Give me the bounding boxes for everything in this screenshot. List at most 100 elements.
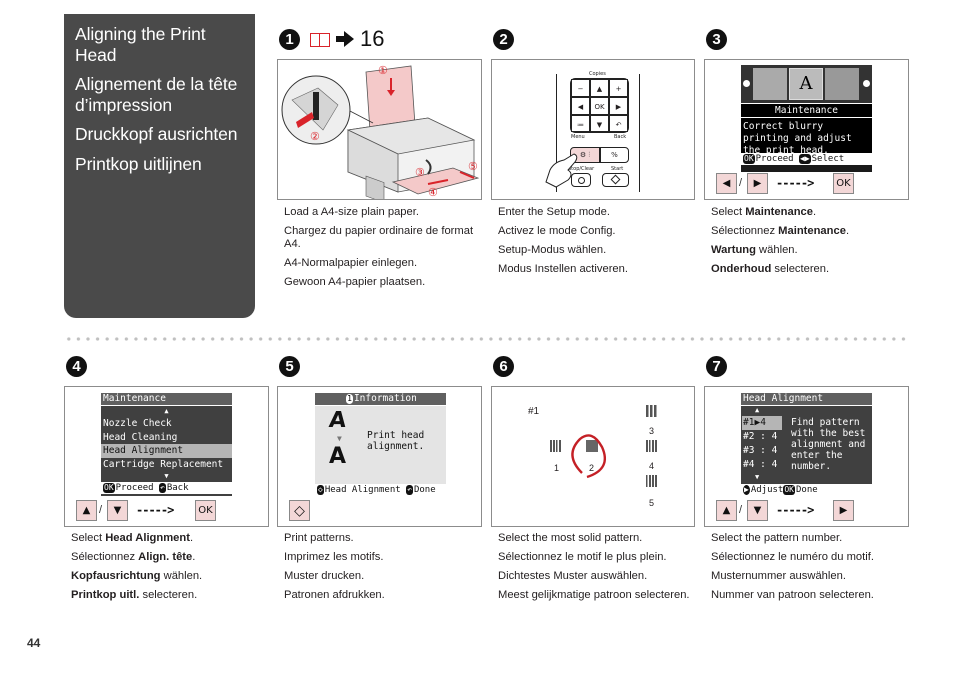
plus-key[interactable]: +: [609, 79, 628, 97]
up-key[interactable]: ▲: [590, 79, 609, 97]
caption-nl: Nummer van patroon selecteren.: [711, 589, 874, 601]
ok-button[interactable]: OK: [195, 500, 216, 521]
maintenance-icon: A: [789, 68, 823, 100]
ok-badge: OK: [103, 483, 115, 493]
left-right-badge: ◀▶: [799, 154, 811, 164]
carousel-left-icon: [743, 80, 750, 87]
caption-de: Setup-Modus wählen.: [498, 244, 607, 256]
lcd-title: Maintenance: [101, 393, 232, 406]
pattern-label-2: 2: [589, 463, 595, 473]
menu-key[interactable]: ≔: [571, 115, 590, 132]
step-3-number: 3: [706, 29, 727, 50]
caption-fr: Chargez du papier ordinaire de format A4…: [284, 225, 474, 250]
page-number: 44: [27, 636, 41, 650]
footer-select: Select: [811, 154, 845, 164]
pattern-1-bars: [550, 440, 561, 452]
caption-fr: Sélectionnez Align. tête.: [71, 551, 196, 563]
lcd-screen: Maintenance ▲ Nozzle Check Head Cleaning H…: [101, 393, 232, 496]
lcd-footer: OK Proceed ↶ Back: [101, 482, 232, 494]
caption-nl: Gewoon A4-papier plaatsen.: [284, 276, 426, 288]
footer-done: Done: [795, 485, 818, 495]
caption-nl: Patronen afdrukken.: [284, 589, 385, 601]
info-icon: 1: [346, 394, 353, 404]
caption-en: Load a A4-size plain paper.: [284, 206, 419, 218]
menu-item[interactable]: Cartridge Replacement: [101, 458, 232, 472]
pattern-label-4: 4: [649, 461, 655, 471]
callout-5: ⑤: [468, 161, 478, 173]
start-key[interactable]: [602, 173, 629, 187]
right-button[interactable]: ▶: [747, 173, 768, 194]
pattern-number-list: #1▶4 #2 : 4 #3 : 4 #4 : 4: [742, 416, 782, 472]
carousel-right-icon: [863, 80, 870, 87]
down-arrow-icon: ▼: [337, 434, 342, 443]
step-4-figure: Maintenance ▲ Nozzle Check Head Cleaning H…: [64, 386, 269, 527]
right-button[interactable]: ▶: [833, 500, 854, 521]
aligned-a-icon: A: [329, 444, 347, 469]
adjust-badge: ▶: [743, 485, 750, 495]
callout-3: ③: [415, 167, 425, 179]
back-badge: ↶: [159, 483, 166, 493]
caption-de: Dichtestes Muster auswählen.: [498, 570, 648, 582]
lcd-message: Print head alignment.: [367, 430, 425, 452]
menu-item[interactable]: Nozzle Check: [101, 417, 232, 431]
pressing-finger-icon: [545, 153, 578, 188]
caption-nl: Modus Instellen activeren.: [498, 263, 628, 275]
caption-de: Kopfausrichtung wählen.: [71, 570, 203, 582]
separator: /: [739, 504, 743, 516]
caption-nl: Printkop uitl. selecteren.: [71, 589, 198, 601]
down-button[interactable]: ▼: [107, 500, 128, 521]
row-value: 4: [771, 431, 778, 442]
minus-key[interactable]: −: [571, 79, 590, 97]
title-nl: Printkop uitlijnen: [75, 153, 202, 174]
pattern-number-row[interactable]: #4 : 4: [742, 458, 782, 472]
step-1-caption: Load a A4-size plain paper. Chargez du p…: [284, 206, 479, 295]
page-reference[interactable]: 16: [310, 27, 384, 51]
pattern-5-bars: [646, 475, 657, 487]
menu-item[interactable]: Head Cleaning: [101, 431, 232, 445]
ok-button[interactable]: OK: [833, 173, 854, 194]
caption-fr: Activez le mode Config.: [498, 225, 616, 237]
row-label: #2: [743, 431, 755, 442]
caption-nl: Onderhoud selecteren.: [711, 263, 830, 275]
footer-back: Back: [166, 483, 189, 493]
step-1-figure: ① ② ③ ④ ⑤: [277, 59, 482, 200]
printer-network-icon: [825, 68, 859, 100]
right-key[interactable]: ▶: [609, 97, 628, 115]
menu-item[interactable]: Head Alignment: [101, 444, 232, 458]
caption-en: Select the most solid pattern.: [498, 532, 643, 544]
footer-start: Head Alignment: [324, 485, 401, 495]
caption-en: Select Maintenance.: [711, 206, 817, 218]
step-5-number: 5: [279, 356, 300, 377]
step-2-number: 2: [493, 29, 514, 50]
down-key[interactable]: ▼: [590, 115, 609, 132]
copies-label: Copies: [589, 71, 606, 77]
pattern-number-row[interactable]: #3 : 4: [742, 444, 782, 458]
row-label: #4: [743, 459, 755, 470]
title-en: Aligning the Print Head: [75, 24, 206, 65]
ok-key[interactable]: OK: [590, 97, 609, 115]
back-key[interactable]: ↶: [609, 115, 628, 132]
pattern-number-row[interactable]: #1▶4: [742, 416, 782, 430]
back-label: Back: [614, 134, 627, 140]
left-button[interactable]: ◀: [716, 173, 737, 194]
pattern-label-1: 1: [554, 463, 560, 473]
lcd-footer: ◇ Head Alignment ↶ Done: [315, 484, 446, 496]
start-button[interactable]: ◇: [289, 500, 310, 521]
pattern-number-row[interactable]: #2 : 4: [742, 430, 782, 444]
pattern-3-bars: [646, 405, 657, 417]
row-label: #3: [743, 445, 755, 456]
up-button[interactable]: ▲: [716, 500, 737, 521]
back-badge: ↶: [406, 485, 413, 495]
reference-page: 16: [360, 26, 385, 51]
step-4-caption: Select Head Alignment. Sélectionnez Alig…: [71, 532, 266, 608]
caption-fr: Sélectionnez le numéro du motif.: [711, 551, 874, 563]
footer-proceed: Proceed: [115, 483, 154, 493]
down-button[interactable]: ▼: [747, 500, 768, 521]
up-button[interactable]: ▲: [76, 500, 97, 521]
lcd-footer: ▶ AdjustOK Done: [741, 484, 872, 496]
left-key[interactable]: ◀: [571, 97, 590, 115]
pattern-label-3: 3: [649, 426, 655, 436]
menu-list: Nozzle Check Head Cleaning Head Alignment C…: [101, 417, 232, 471]
zoom-key[interactable]: %: [600, 147, 629, 163]
start-label: Start: [611, 166, 624, 172]
